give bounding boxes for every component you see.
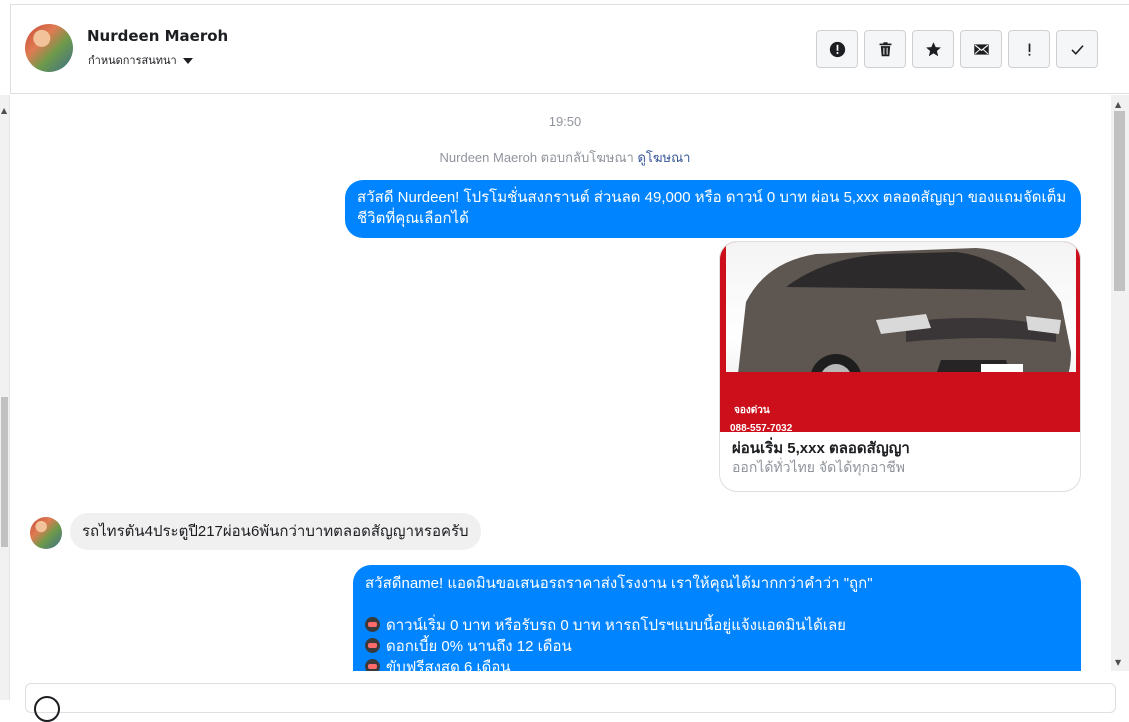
assign-conversation-dropdown[interactable]: กำหนดการสนทนา <box>88 51 193 69</box>
message-composer[interactable] <box>25 683 1116 722</box>
promo-intro: สวัสดีname! แอดมินขอเสนอรถราคาส่งโรงงาน … <box>365 575 873 592</box>
checkmark-icon <box>1070 44 1084 55</box>
star-button[interactable] <box>912 30 954 68</box>
caret-down-icon <box>182 58 193 64</box>
envelope-icon <box>973 43 989 55</box>
car-emoji-icon <box>365 617 380 632</box>
view-ad-link[interactable]: ดูโฆษณา <box>637 150 690 165</box>
left-scrollbar[interactable]: ▲ <box>0 95 10 700</box>
message-thread[interactable]: 19:50 Nurdeen Maeroh ตอบกลับโฆษณา ดูโฆษณ… <box>10 95 1111 671</box>
assign-label: กำหนดการสนทนา <box>88 54 177 67</box>
promo-bullet-text: ดอกเบี้ย 0% นานถึง 12 เดือน <box>386 638 572 655</box>
scroll-up-arrow-icon[interactable]: ▲ <box>1 107 7 115</box>
spam-button[interactable] <box>816 30 858 68</box>
star-icon <box>925 41 941 56</box>
promo-bullet: ขับฟรีสูงสุด 6 เดือน <box>365 657 1069 671</box>
ad-card[interactable]: จองด่วน 088-557-7032 ผ่อนเริ่ม 5,xxx ตลอ… <box>719 241 1081 492</box>
promo-bullet: ดอกเบี้ย 0% นานถึง 12 เดือน <box>365 636 1069 657</box>
delete-button[interactable] <box>864 30 906 68</box>
promo-bullet-text: ขับฟรีสูงสุด 6 เดือน <box>386 659 511 671</box>
exclamation-icon <box>1028 43 1030 56</box>
inbox-window: ▲ Nurdeen Maeroh กำหนดการสนทนา 19:50 Nur… <box>0 0 1129 722</box>
conversation-header: Nurdeen Maeroh กำหนดการสนทนา <box>10 5 1129 94</box>
done-button[interactable] <box>1056 30 1098 68</box>
promo-badge: จองด่วน <box>730 402 774 419</box>
message-timestamp: 19:50 <box>548 114 582 129</box>
action-toolbar <box>816 30 1098 68</box>
car-emoji-icon <box>365 638 380 653</box>
ad-reply-text: Nurdeen Maeroh ตอบกลับโฆษณา <box>439 150 634 165</box>
contact-name[interactable]: Nurdeen Maeroh <box>87 27 228 45</box>
incoming-message[interactable]: รถไทรตัน4ประตูปี217ผ่อน6พันกว่าบาทตลอดสั… <box>70 513 481 550</box>
scrollbar-thumb[interactable] <box>1 397 8 547</box>
outgoing-message-promo[interactable]: สวัสดีname! แอดมินขอเสนอรถราคาส่งโรงงาน … <box>353 565 1081 671</box>
car-emoji-icon <box>365 659 380 671</box>
car-image[interactable]: จองด่วน 088-557-7032 <box>720 242 1080 432</box>
scroll-up-arrow-icon[interactable]: ▲ <box>1115 100 1121 109</box>
alert-circle-icon <box>829 41 845 57</box>
scrollbar-thumb[interactable] <box>1114 111 1125 291</box>
promo-bullet: ดาวน์เริ่ม 0 บาท หรือรับรถ 0 บาท หารถโปร… <box>365 615 1069 636</box>
phone-number: 088-557-7032 <box>730 423 793 432</box>
avatar[interactable] <box>25 24 73 72</box>
sender-avatar[interactable] <box>30 517 62 549</box>
outgoing-message[interactable]: สวัสดี Nurdeen! โปรโมชั่นสงกรานต์ ส่วนลด… <box>345 180 1081 238</box>
mark-unread-button[interactable] <box>960 30 1002 68</box>
promo-bullet-text: ดาวน์เริ่ม 0 บาท หรือรับรถ 0 บาท หารถโปร… <box>386 617 846 634</box>
right-scrollbar[interactable]: ▲ ▼ <box>1111 95 1129 671</box>
card-subtitle: ออกได้ทั่วไทย จัดได้ทุกอาชีพ <box>732 459 906 475</box>
scroll-down-arrow-icon[interactable]: ▼ <box>1115 658 1121 667</box>
trash-icon <box>879 41 891 56</box>
follow-up-button[interactable] <box>1008 30 1050 68</box>
ad-reply-notice: Nurdeen Maeroh ตอบกลับโฆษณา ดูโฆษณา <box>10 147 1111 168</box>
